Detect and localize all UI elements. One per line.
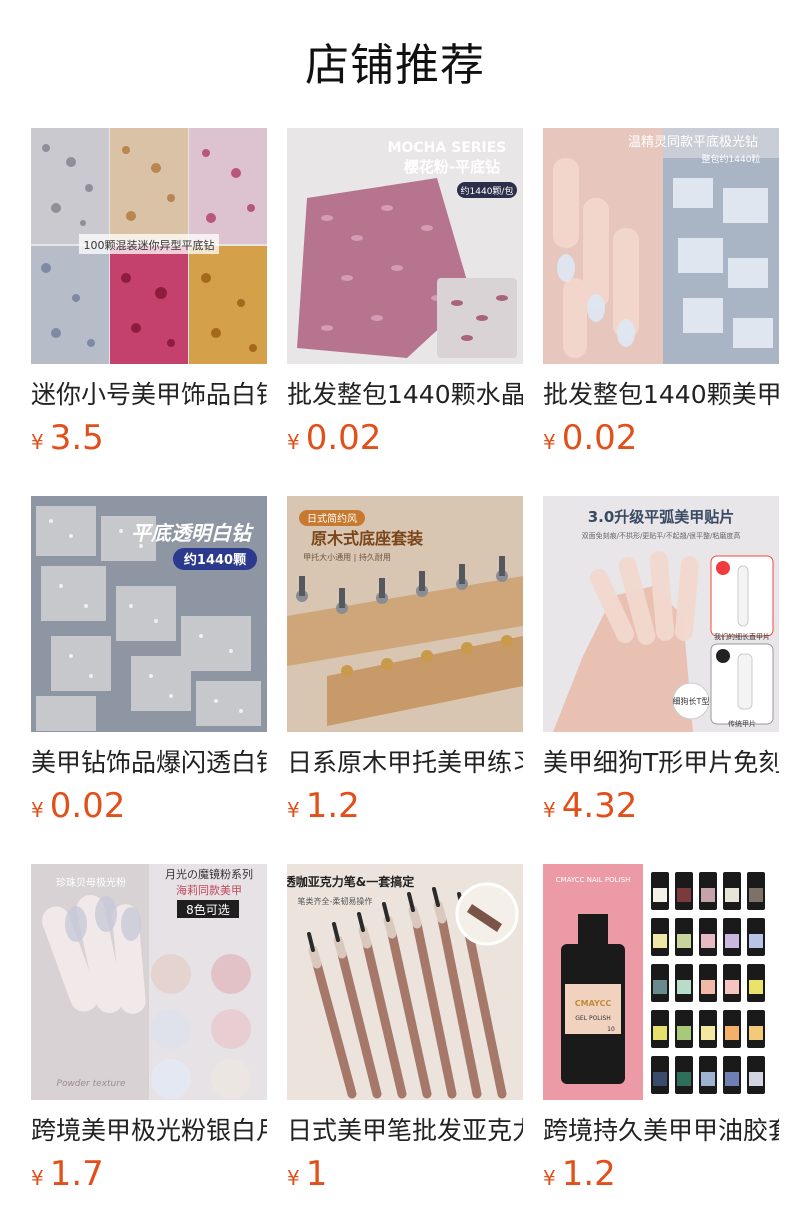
currency-symbol: ¥ — [287, 798, 300, 822]
image-caption: 100颗混装迷你异型平底钻 — [84, 238, 215, 252]
image-caption: CMAYCC NAIL POLISH — [556, 876, 631, 884]
image-caption: MOCHA SERIES — [388, 140, 507, 156]
product-price: ¥1.7 — [31, 1152, 104, 1196]
product-name[interactable]: 日系原木甲托美甲练习 — [287, 746, 523, 780]
product-price: ¥1.2 — [543, 1152, 616, 1196]
product-image[interactable]: 日式简约风 原木式底座套装 甲托大小通用 | 持久耐用 — [287, 496, 523, 732]
product-card[interactable]: 日式简约风 原木式底座套装 甲托大小通用 | 持久耐用 日系原木甲托美甲练习 ¥… — [287, 496, 523, 836]
currency-symbol: ¥ — [543, 430, 556, 454]
product-card[interactable]: 透咖亚克力笔&一套搞定 笔类齐全-柔韧易操作 日式美甲笔批发亚克力 ¥1 — [287, 864, 523, 1204]
product-image[interactable]: 100颗混装迷你异型平底钻 — [31, 128, 267, 364]
image-caption: 透咖亚克力笔&一套搞定 — [287, 874, 414, 889]
product-image[interactable]: 平底透明白钻 约1440颗 — [31, 496, 267, 732]
image-caption: 平底透明白钻 — [131, 521, 254, 545]
price-value: 1.2 — [305, 786, 360, 826]
price-value: 1.2 — [561, 1154, 616, 1194]
product-image[interactable]: 月光の魔镜粉系列 海莉同款美甲 8色可选 珍珠贝母极光粉 Powder text… — [31, 864, 267, 1100]
image-caption: 整包约1440粒 — [702, 153, 761, 165]
image-caption: 甲托大小通用 | 持久耐用 — [303, 552, 391, 562]
currency-symbol: ¥ — [543, 798, 556, 822]
product-image[interactable]: CMAYCC NAIL POLISH CMAYCC GEL POLISH 10 — [543, 864, 779, 1100]
image-caption: 10 — [607, 1026, 615, 1033]
image-caption: GEL POLISH — [575, 1015, 610, 1022]
currency-symbol: ¥ — [287, 1166, 300, 1190]
product-card[interactable]: 3.0升级平弧美甲贴片 双面免刻痕/不拱形/更贴平/不起翘/很平整/粘磨度高 我… — [543, 496, 779, 836]
image-caption: 珍珠贝母极光粉 — [56, 876, 126, 889]
product-card[interactable]: 月光の魔镜粉系列 海莉同款美甲 8色可选 珍珠贝母极光粉 Powder text… — [31, 864, 267, 1204]
product-card[interactable]: 温精灵同款平底极光钻 整包约1440粒 批发整包1440颗美甲钻 ¥0.02 — [543, 128, 779, 468]
product-card[interactable]: 平底透明白钻 约1440颗 美甲钻饰品爆闪透白钻 ¥0.02 — [31, 496, 267, 836]
image-caption: CMAYCC — [575, 999, 612, 1008]
product-image[interactable]: 透咖亚克力笔&一套搞定 笔类齐全-柔韧易操作 — [287, 864, 523, 1100]
product-price: ¥0.02 — [543, 416, 637, 460]
product-image[interactable]: MOCHA SERIES 樱花粉-平底钻 约1440颗/包 — [287, 128, 523, 364]
image-caption: 我们的细长直甲片 — [714, 632, 770, 641]
currency-symbol: ¥ — [31, 430, 44, 454]
image-caption: 约1440颗 — [184, 552, 246, 568]
product-name[interactable]: 跨境美甲极光粉银白月 — [31, 1114, 267, 1148]
image-caption: 海莉同款美甲 — [176, 883, 242, 897]
image-caption: Powder texture — [57, 1079, 126, 1089]
product-name[interactable]: 日式美甲笔批发亚克力 — [287, 1114, 523, 1148]
page-title: 店铺推荐 — [305, 40, 485, 91]
price-value: 3.5 — [49, 418, 104, 458]
product-name[interactable]: 美甲钻饰品爆闪透白钻 — [31, 746, 267, 780]
price-value: 0.02 — [305, 418, 382, 458]
image-caption: 双面免刻痕/不拱形/更贴平/不起翘/很平整/粘磨度高 — [582, 531, 741, 540]
image-caption: 约1440颗/包 — [461, 185, 514, 197]
image-caption: 温精灵同款平底极光钻 — [628, 134, 758, 150]
product-price: ¥1.2 — [287, 784, 360, 828]
product-name[interactable]: 批发整包1440颗水晶钻 — [287, 378, 523, 412]
product-name[interactable]: 迷你小号美甲饰品白钻 — [31, 378, 267, 412]
product-image[interactable]: 3.0升级平弧美甲贴片 双面免刻痕/不拱形/更贴平/不起翘/很平整/粘磨度高 我… — [543, 496, 779, 732]
price-value: 0.02 — [49, 786, 126, 826]
product-name[interactable]: 美甲细狗T形甲片免刻 — [543, 746, 779, 780]
image-caption: 3.0升级平弧美甲贴片 — [588, 508, 735, 526]
price-value: 1 — [305, 1154, 328, 1194]
image-caption: 笔类齐全-柔韧易操作 — [298, 896, 373, 906]
image-caption: 日式简约风 — [307, 512, 357, 525]
product-card[interactable]: CMAYCC NAIL POLISH CMAYCC GEL POLISH 10 — [543, 864, 779, 1204]
price-value: 1.7 — [49, 1154, 104, 1194]
product-price: ¥0.02 — [31, 784, 125, 828]
product-card[interactable]: 100颗混装迷你异型平底钻 迷你小号美甲饰品白钻 ¥3.5 — [31, 128, 267, 468]
image-caption: 8色可选 — [186, 903, 230, 917]
currency-symbol: ¥ — [287, 430, 300, 454]
product-name[interactable]: 跨境持久美甲甲油胶套 — [543, 1114, 779, 1148]
image-caption: 原木式底座套装 — [311, 529, 423, 548]
price-value: 0.02 — [561, 418, 638, 458]
currency-symbol: ¥ — [31, 798, 44, 822]
product-image[interactable]: 温精灵同款平底极光钻 整包约1440粒 — [543, 128, 779, 364]
product-price: ¥4.32 — [543, 784, 637, 828]
image-caption: 传统甲片 — [728, 719, 756, 728]
currency-symbol: ¥ — [543, 1166, 556, 1190]
product-name[interactable]: 批发整包1440颗美甲钻 — [543, 378, 779, 412]
image-caption: 细狗长T型 — [673, 696, 710, 706]
price-value: 4.32 — [561, 786, 638, 826]
currency-symbol: ¥ — [31, 1166, 44, 1190]
product-price: ¥0.02 — [287, 416, 381, 460]
product-card[interactable]: MOCHA SERIES 樱花粉-平底钻 约1440颗/包 批发整包1440颗水… — [287, 128, 523, 468]
image-caption: 月光の魔镜粉系列 — [165, 867, 253, 881]
image-caption: 樱花粉-平底钻 — [404, 158, 500, 176]
product-price: ¥1 — [287, 1152, 327, 1196]
product-price: ¥3.5 — [31, 416, 104, 460]
